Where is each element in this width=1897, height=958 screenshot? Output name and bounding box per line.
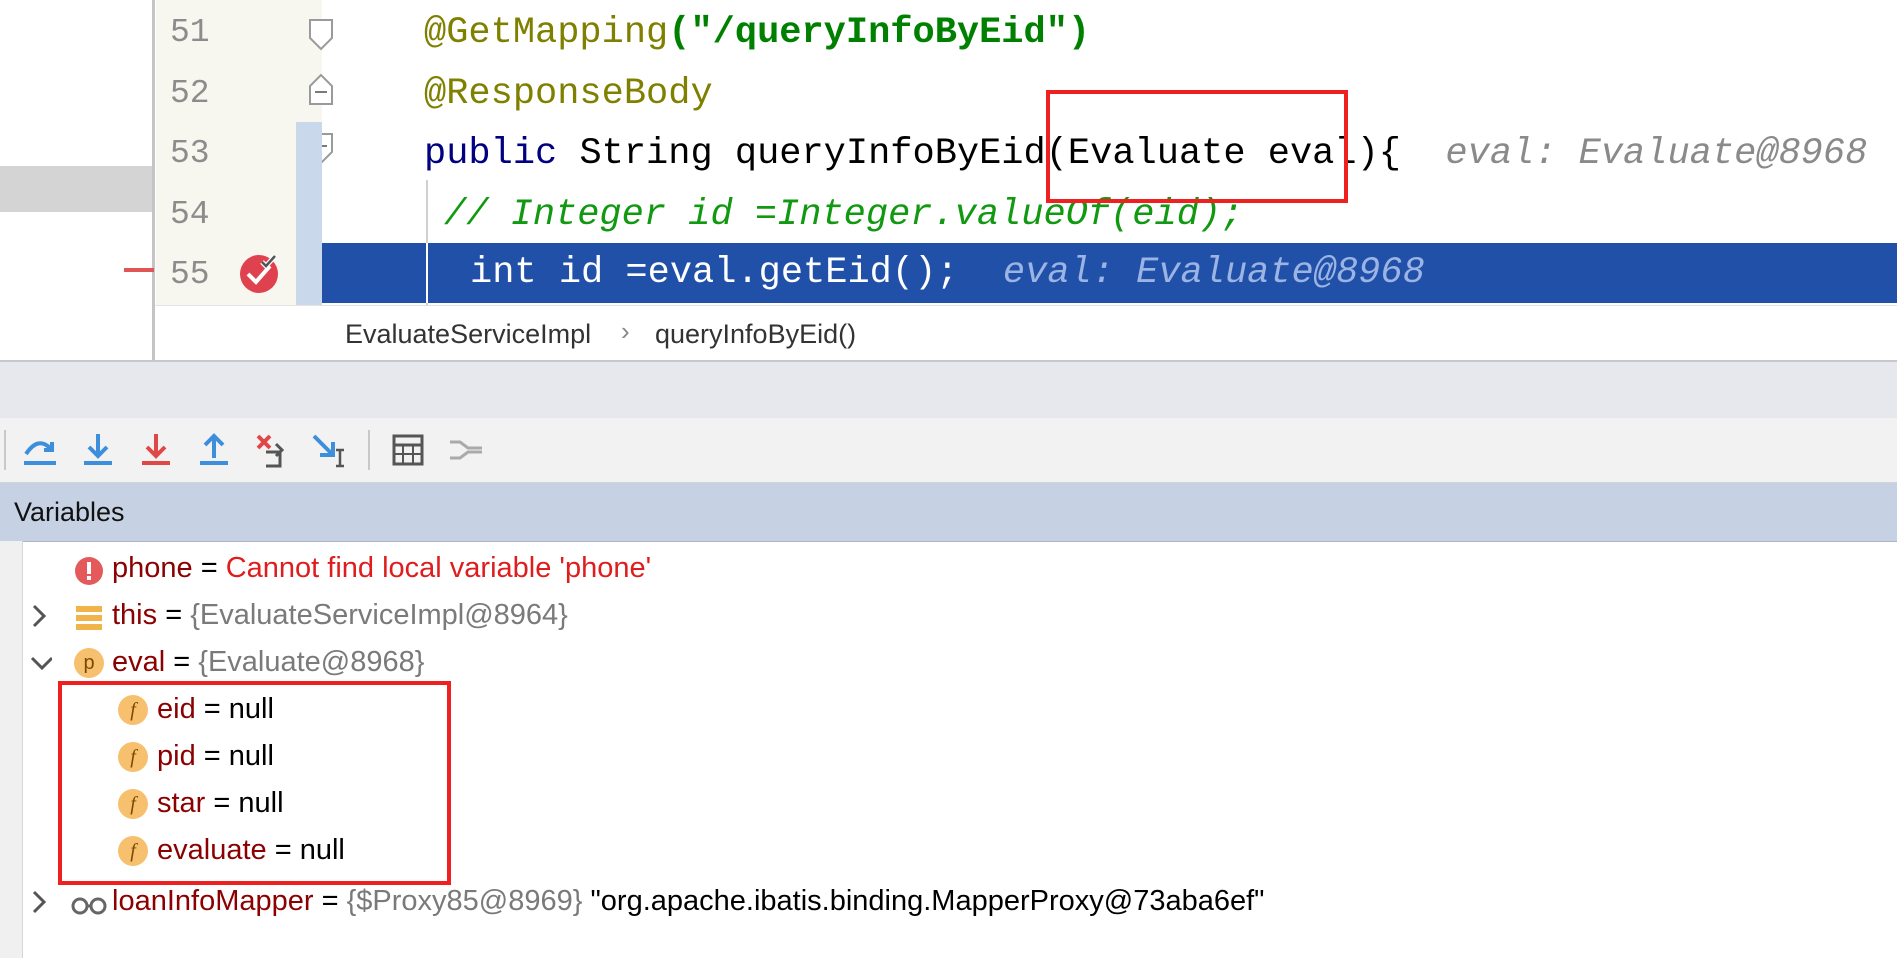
project-tool-strip: [0, 0, 155, 360]
variable-error-value: Cannot find local variable 'phone': [225, 552, 652, 584]
code-token: ){: [1356, 133, 1401, 175]
variable-name: loanInfoMapper: [112, 885, 314, 917]
code-token: int id =eval.getEid();: [470, 252, 959, 294]
indent-guide: [426, 243, 428, 303]
watch-glasses-icon: [70, 887, 108, 917]
line-number: 55: [170, 256, 210, 293]
variable-operator: =: [157, 599, 191, 631]
variable-row[interactable]: phone = Cannot find local variable 'phon…: [0, 545, 1897, 592]
variable-name: this: [112, 599, 158, 631]
vcs-change-marker[interactable]: [296, 122, 322, 305]
variable-name: eval: [112, 646, 166, 678]
breakpoint-verified-icon[interactable]: [238, 250, 282, 294]
variable-value: {Evaluate@8968}: [198, 646, 425, 678]
variable-operator: =: [165, 646, 199, 678]
debug-toolbar: [0, 418, 1897, 483]
step-into-icon[interactable]: [78, 430, 118, 470]
breakpoint-stripe-marker: [124, 268, 154, 272]
annotation-highlight-box: [1046, 90, 1348, 203]
chevron-right-icon[interactable]: [28, 878, 52, 925]
annotation-highlight-box: [58, 681, 451, 885]
run-to-cursor-icon[interactable]: [310, 430, 350, 470]
drop-frame-icon[interactable]: [252, 430, 292, 470]
step-over-icon[interactable]: [20, 430, 60, 470]
variable-operator: =: [192, 552, 226, 584]
chevron-down-icon[interactable]: [28, 639, 54, 686]
annotation-token: @GetMapping: [424, 12, 669, 54]
chevron-right-icon: ›: [621, 316, 630, 346]
object-fields-icon: [74, 601, 104, 631]
breadcrumb-method[interactable]: queryInfoByEid(): [655, 319, 856, 350]
breadcrumb-class[interactable]: EvaluateServiceImpl: [345, 319, 591, 350]
variable-row[interactable]: loanInfoMapper = {$Proxy85@8969} "org.ap…: [0, 878, 1897, 925]
breadcrumb[interactable]: EvaluateServiceImpl › queryInfoByEid(): [155, 305, 1897, 361]
toolbar-separator: [368, 430, 370, 470]
evaluate-expression-icon[interactable]: [388, 430, 428, 470]
keyword-token: public: [424, 133, 558, 175]
debug-tool-window-header: [0, 360, 1897, 418]
code-line-51[interactable]: @GetMapping("/queryInfoByEid"): [322, 3, 1897, 63]
line-number: 51: [170, 14, 210, 51]
variable-row[interactable]: this = {EvaluateServiceImpl@8964}: [0, 592, 1897, 639]
variable-operator: =: [313, 885, 347, 917]
code-editor[interactable]: 51 52 53 54 55 @GetMapping("/queryInfoBy…: [0, 0, 1897, 361]
inline-debug-hint: eval: Evaluate@8968: [1445, 133, 1868, 175]
variable-row[interactable]: p eval = {Evaluate@8968}: [0, 639, 1897, 686]
chevron-right-icon[interactable]: [28, 592, 52, 639]
current-execution-line[interactable]: int id =eval.getEid(); eval: Evaluate@89…: [322, 243, 1897, 303]
force-step-into-icon[interactable]: [136, 430, 176, 470]
line-number: 54: [170, 196, 210, 233]
method-signature: String queryInfoByEid(: [557, 133, 1068, 175]
panel-title: Variables: [14, 497, 125, 527]
variables-panel-header: Variables: [0, 483, 1897, 542]
error-icon: [74, 554, 104, 585]
parameter-icon: p: [74, 648, 104, 678]
toolbar-separator: [4, 430, 6, 470]
variable-value: {EvaluateServiceImpl@8964}: [190, 599, 568, 631]
trace-current-stream-icon[interactable]: [446, 430, 486, 470]
variable-string-value: "org.apache.ibatis.binding.MapperProxy@7…: [582, 885, 1265, 917]
inline-debug-hint: eval: Evaluate@8968: [1002, 252, 1425, 294]
line-number: 53: [170, 135, 210, 172]
string-token: ("/queryInfoByEid"): [668, 12, 1091, 54]
line-number: 52: [170, 75, 210, 112]
variable-value: {$Proxy85@8969}: [346, 885, 583, 917]
variable-name: phone: [112, 552, 193, 584]
selected-item-highlight: [0, 166, 152, 212]
code-line-55: int id =eval.getEid(); eval: Evaluate@89…: [322, 243, 1897, 303]
step-out-icon[interactable]: [194, 430, 234, 470]
annotation-token: @ResponseBody: [424, 73, 713, 115]
